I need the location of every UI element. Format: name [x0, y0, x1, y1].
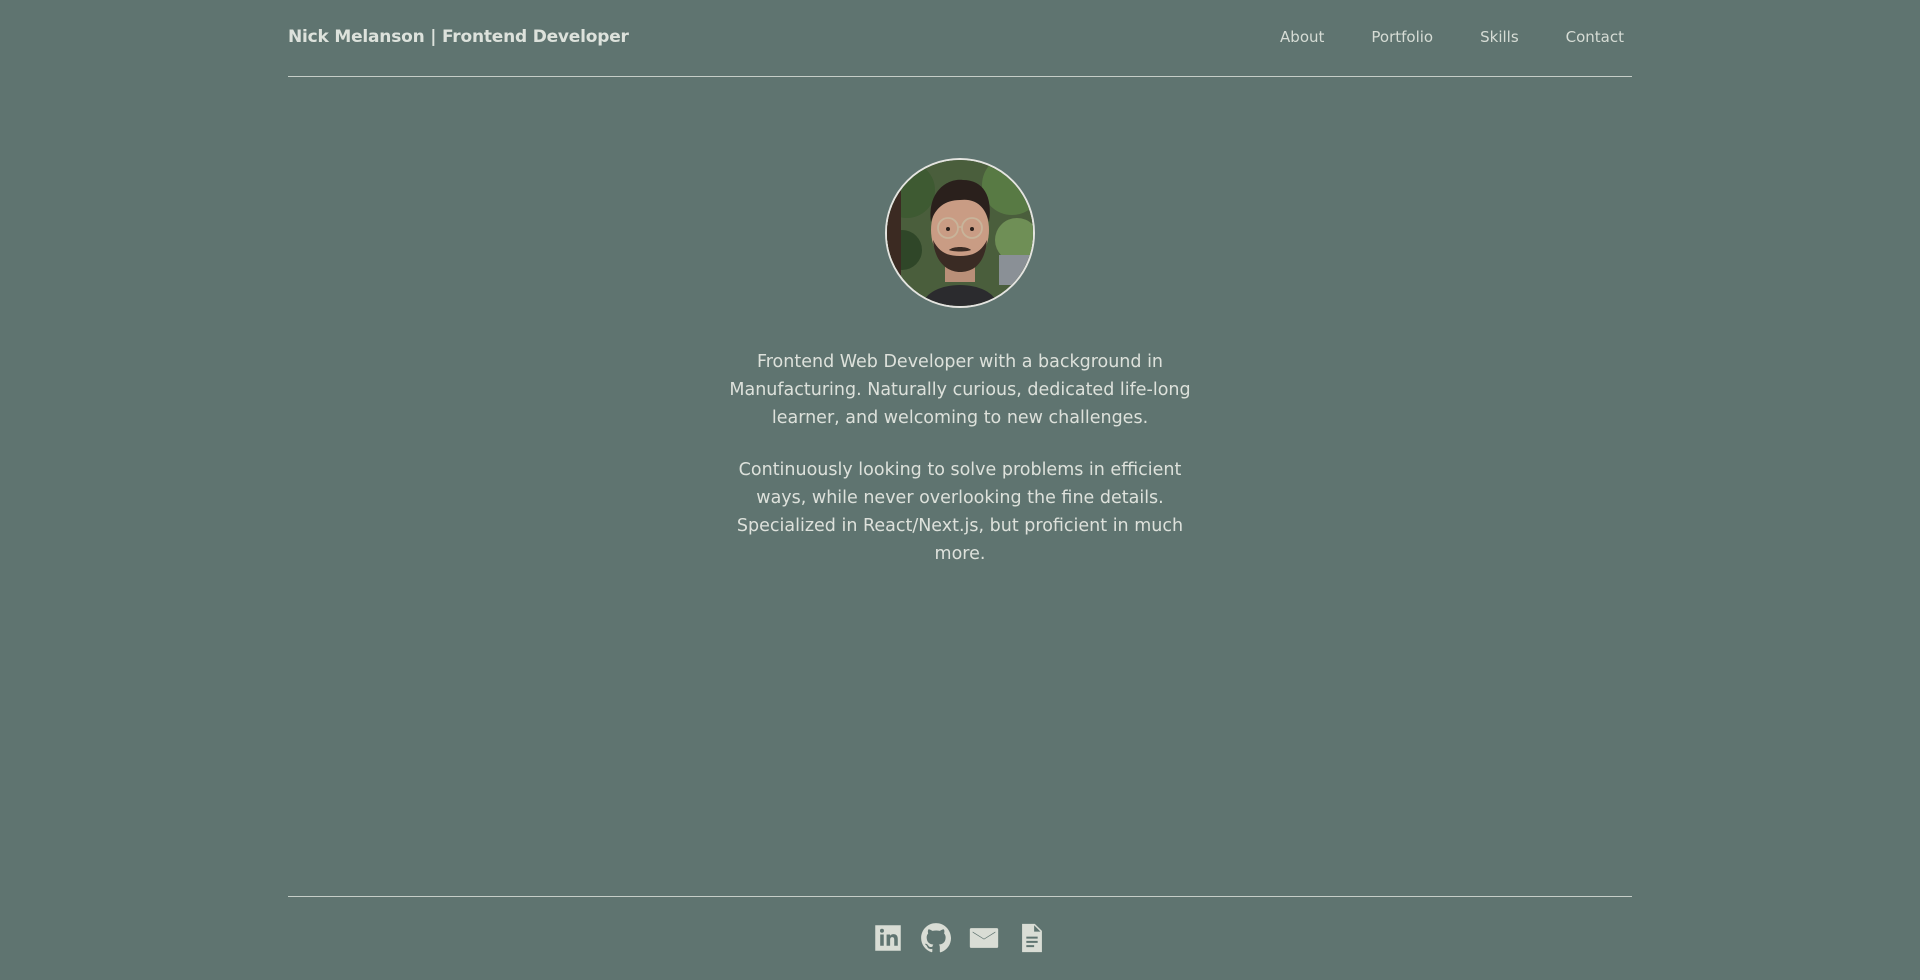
resume-document-icon[interactable]: [1015, 921, 1049, 955]
site-header: Nick Melanson | Frontend Developer About…: [288, 0, 1632, 77]
mail-icon[interactable]: [967, 921, 1001, 955]
social-links: [871, 921, 1049, 955]
profile-avatar: [885, 158, 1035, 308]
nav-link-about[interactable]: About: [1280, 28, 1324, 46]
github-icon[interactable]: [919, 921, 953, 955]
bio-paragraph: Continuously looking to solve problems i…: [736, 460, 1184, 564]
page: Nick Melanson | Frontend Developer About…: [0, 0, 1920, 980]
site-brand[interactable]: Nick Melanson | Frontend Developer: [288, 27, 629, 47]
nav-link-portfolio[interactable]: Portfolio: [1371, 28, 1433, 46]
profile-photo: [887, 160, 1033, 306]
nav-link-contact[interactable]: Contact: [1566, 28, 1624, 46]
bio-section: Frontend Web Developer with a background…: [710, 348, 1210, 592]
bio-paragraph: Frontend Web Developer with a background…: [729, 352, 1191, 428]
site-footer: [288, 896, 1632, 980]
nav-link-skills[interactable]: Skills: [1480, 28, 1519, 46]
linkedin-icon[interactable]: [871, 921, 905, 955]
main-nav: About Portfolio Skills Contact: [1280, 28, 1624, 46]
